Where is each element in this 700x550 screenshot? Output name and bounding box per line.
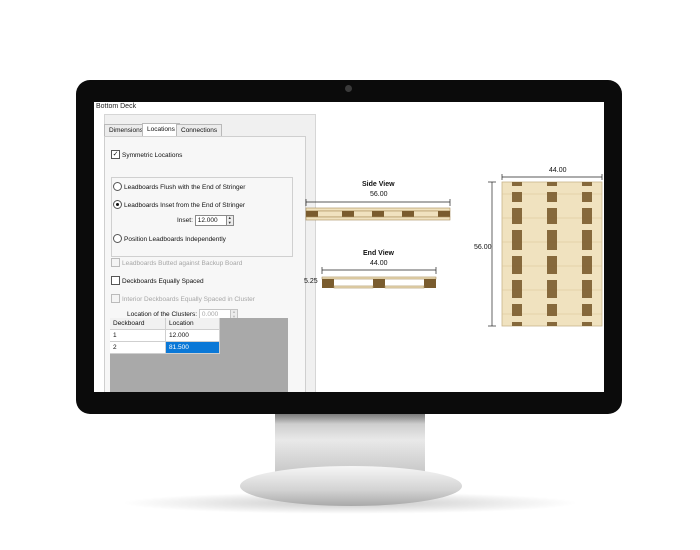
end-view-stringer xyxy=(424,279,436,288)
symmetric-locations-label: Symmetric Locations xyxy=(122,152,183,160)
radio-inset-label: Leadboards Inset from the End of Stringe… xyxy=(124,202,246,210)
side-view-bottom-deck xyxy=(305,216,451,221)
side-view-deckboard xyxy=(438,211,450,217)
table-row-2-deckboard[interactable]: 2 xyxy=(110,342,166,354)
radio-unselected-icon xyxy=(113,182,122,191)
side-view-drawing xyxy=(305,199,451,221)
interior-equally-spaced-checkbox[interactable]: Interior Deckboards Equally Spaced in Cl… xyxy=(111,294,255,304)
radio-selected-icon xyxy=(113,200,122,209)
checkbox-checked-icon: ✓ xyxy=(111,150,120,159)
spin-down-icon: ▼ xyxy=(227,219,232,225)
monitor-stand-neck-shadow xyxy=(275,414,425,424)
checkbox-unchecked-icon xyxy=(111,294,120,303)
side-view-deckboard xyxy=(342,211,354,217)
side-view-length-dimension: 56.00 xyxy=(370,191,388,198)
end-view-stringer xyxy=(373,279,385,288)
table-header-deckboard[interactable]: Deckboard xyxy=(110,318,166,330)
top-view-deckboard xyxy=(512,202,592,208)
end-view-title: End View xyxy=(363,250,394,257)
side-view-deckboard xyxy=(306,211,318,217)
tab-locations[interactable]: Locations xyxy=(142,123,180,136)
butted-backup-checkbox[interactable]: Leadboards Butted against Backup Board xyxy=(111,258,243,268)
checkbox-unchecked-icon xyxy=(111,258,120,267)
top-view-deckboard xyxy=(512,298,592,304)
top-view-deckboard xyxy=(512,316,592,322)
inset-input[interactable]: 12.000 xyxy=(194,215,227,226)
side-view-deckboard xyxy=(402,211,414,217)
app-screen: Bottom Deck Dimensions Locations Connect… xyxy=(94,102,604,392)
table-header-location[interactable]: Location xyxy=(166,318,220,330)
end-view-width-dimension: 44.00 xyxy=(370,260,388,267)
end-view-drawing xyxy=(321,267,437,289)
table-row-1-deckboard[interactable]: 1 xyxy=(110,330,166,342)
camera-icon xyxy=(345,85,352,92)
top-view-deckboard xyxy=(512,250,592,256)
radio-flush-with-stringer[interactable]: Leadboards Flush with the End of Stringe… xyxy=(113,182,246,192)
top-view-drawing xyxy=(488,174,603,327)
top-view-width-dimension: 44.00 xyxy=(549,167,567,174)
radio-flush-label: Leadboards Flush with the End of Stringe… xyxy=(124,184,246,192)
equally-spaced-checkbox[interactable]: Deckboards Equally Spaced xyxy=(111,276,204,286)
radio-independent-label: Position Leadboards Independently xyxy=(124,236,226,244)
inset-spinner[interactable]: ▲ ▼ xyxy=(226,215,234,226)
end-view-bottom-deck xyxy=(333,285,374,289)
end-view-top-deck xyxy=(321,276,437,280)
dialog-title: Bottom Deck xyxy=(96,103,137,110)
end-view-bottom-deck xyxy=(384,285,425,289)
top-view-deckboard xyxy=(512,274,592,280)
end-view-stringer xyxy=(322,279,334,288)
end-view-height-dimension: 5.25 xyxy=(304,278,318,285)
radio-inset-from-stringer[interactable]: Leadboards Inset from the End of Stringe… xyxy=(113,200,246,210)
monitor-bezel: Bottom Deck Dimensions Locations Connect… xyxy=(76,80,622,414)
tab-connections[interactable]: Connections xyxy=(176,124,223,136)
table-row-1-location[interactable]: 12.000 xyxy=(166,330,220,342)
side-view-title: Side View xyxy=(362,181,395,188)
butted-backup-label: Leadboards Butted against Backup Board xyxy=(122,260,243,268)
side-view-deckboard xyxy=(372,211,384,217)
inset-field: Inset: 12.000 ▲ ▼ xyxy=(177,215,234,226)
top-view-deckboard xyxy=(512,224,592,230)
top-view-deckboard xyxy=(512,186,592,192)
inset-label: Inset: xyxy=(177,217,193,225)
table-row-2-location[interactable]: 81.500 xyxy=(166,342,220,354)
symmetric-locations-checkbox[interactable]: ✓ Symmetric Locations xyxy=(111,150,183,160)
side-view-top-deck xyxy=(305,207,451,212)
radio-position-independently[interactable]: Position Leadboards Independently xyxy=(113,234,226,244)
monitor-stand-base xyxy=(240,466,462,506)
interior-equally-spaced-label: Interior Deckboards Equally Spaced in Cl… xyxy=(122,296,255,304)
equally-spaced-label: Deckboards Equally Spaced xyxy=(122,278,204,286)
checkbox-unchecked-icon xyxy=(111,276,120,285)
radio-unselected-icon xyxy=(113,234,122,243)
deckboard-location-table: Deckboard Location 1 12.000 2 81.500 xyxy=(110,318,288,392)
